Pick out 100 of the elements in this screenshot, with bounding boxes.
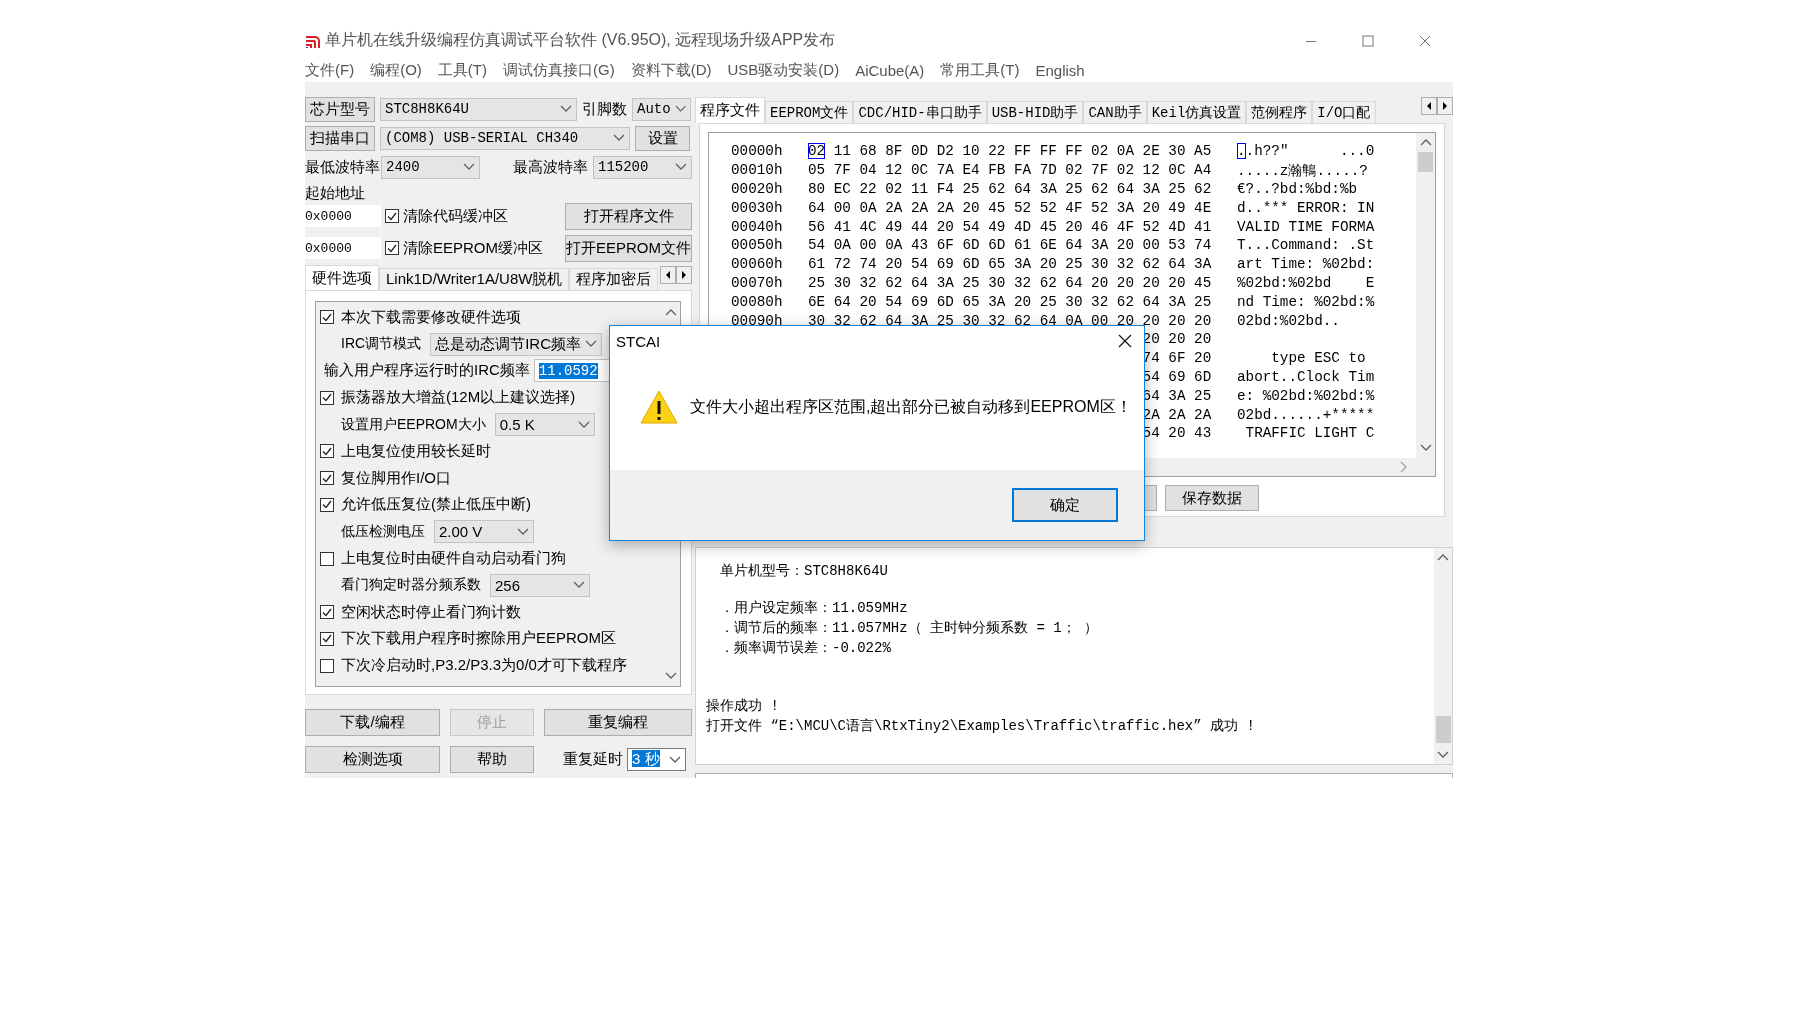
field-label: 输入用户程序运行时的IRC频率 <box>324 361 530 381</box>
hex-ascii: .h??" ...0 <box>1245 143 1375 160</box>
menu-item[interactable]: AiCube(A) <box>855 61 925 79</box>
menu-item[interactable]: USB驱动安装(D) <box>727 60 840 80</box>
window-title: 单片机在线升级编程仿真调试平台软件 (V6.95O), 远程现场升级APP发布 <box>325 30 837 50</box>
menu-item[interactable]: 常用工具(T) <box>940 60 1020 80</box>
hex-ascii: type ESC to <box>1270 350 1366 367</box>
hex-address: 00050h <box>731 237 784 254</box>
dialog-title: STCAI <box>616 332 662 350</box>
tab[interactable]: 程序加密后 <box>569 268 659 290</box>
checkbox-label: 空闲状态时停止看门狗计数 <box>341 602 521 622</box>
checkbox-label: 清除代码缓冲区 <box>403 206 508 226</box>
hex-address: 00060h <box>731 256 784 273</box>
hex-bytes: 11 68 8F 0D D2 10 22 FF FF FF 02 0A 2E 30 A5 <box>832 143 1212 160</box>
hex-ascii: 02bd:%02bd.. <box>1236 312 1340 329</box>
hex-bytes: 30 32 62 64 3A 25 30 32 62 64 0A 00 20 20 20 20 <box>808 312 1212 329</box>
hex-bytes: 56 41 4C 49 44 20 54 49 4D 45 20 46 4F 52 4D 41 <box>808 218 1212 235</box>
menu-item[interactable]: 资料下载(D) <box>630 60 712 80</box>
address-field[interactable]: 0x0000 <box>305 205 381 227</box>
checkbox-label: 下次冷启动时,P3.2/P3.3为0/0才可下载程序 <box>341 656 627 676</box>
hex-bytes: 80 EC 22 02 11 F4 25 62 64 3A 25 62 64 3A 25 62 <box>808 181 1212 197</box>
hex-ascii: nd Time: %02bd:% <box>1236 293 1375 310</box>
field-label: 看门狗定时器分频系数 <box>341 576 481 595</box>
log-line: 单片机型号：STC8H8K64U <box>719 562 889 581</box>
field-label: 最高波特率 <box>513 157 588 177</box>
tab[interactable]: 程序文件 <box>695 97 765 123</box>
ok-button[interactable]: 确定 <box>1012 488 1118 522</box>
dropdown[interactable]: 3 秒 <box>627 748 686 771</box>
hex-bytes: 6E 64 20 54 69 6D 65 3A 20 25 30 32 62 64 3A 25 <box>808 293 1212 310</box>
hex-address: 00030h <box>731 199 784 216</box>
hex-bytes: 61 72 74 20 54 69 6D 65 3A 20 25 30 32 62 64 3A <box>808 256 1212 273</box>
menu-item[interactable]: 调试仿真接口(G) <box>503 60 615 80</box>
checkbox-label: 上电复位时由硬件自动启动看门狗 <box>341 549 566 569</box>
hex-bytes: 64 00 0A 2A 2A 2A 20 45 52 52 4F 52 3A 20 49 4E <box>808 199 1212 216</box>
checkbox-label: 上电复位使用较长延时 <box>341 441 491 461</box>
log-line: ．频率调节误差：-0.022% <box>719 639 892 658</box>
menu-item[interactable]: 编程(O) <box>370 60 422 80</box>
hex-ascii: VALID TIME FORMA <box>1236 218 1375 235</box>
field-label: IRC调节模式 <box>341 335 422 354</box>
hex-ascii: TRAFFIC LIGHT C <box>1244 425 1375 442</box>
tab[interactable]: 硬件选项 <box>305 265 379 290</box>
hex-bytes: 05 7F 04 12 0C 7A E4 FB FA 7D 02 7F 02 12 0C A4 <box>808 162 1212 179</box>
button[interactable]: 设置 <box>635 125 690 151</box>
field-label: 重复延时 <box>563 750 623 769</box>
menu-item[interactable]: 工具(T) <box>437 60 487 80</box>
dropdown[interactable]: 总是动态调节IRC频率 <box>430 332 602 356</box>
field-label: 低压检测电压 <box>341 522 425 541</box>
hex-ascii: T...Command: .St <box>1236 237 1375 254</box>
dropdown[interactable]: 256 <box>490 573 590 597</box>
dropdown[interactable]: Auto <box>632 97 691 121</box>
checkbox-label: 本次下载需要修改硬件选项 <box>341 307 521 327</box>
hex-bytes: 74 6F 20 <box>1142 350 1212 367</box>
dropdown[interactable]: 2.00 V <box>434 520 534 544</box>
hex-address: 00020h <box>731 181 784 197</box>
hex-ascii: abort..Clock Tim <box>1236 368 1375 385</box>
checkbox-label: 允许低压复位(禁止低压中断) <box>341 495 531 515</box>
dialog-message: 文件大小超出程序区范围,超出部分已被自动移到EEPROM区！ <box>690 396 1132 417</box>
button[interactable]: 下载/编程 <box>305 709 440 736</box>
hex-bytes: 25 30 32 62 64 3A 25 30 32 62 64 20 20 20 20 45 <box>808 274 1212 291</box>
hex-address: 00090h <box>731 312 784 329</box>
dropdown[interactable]: 115200 <box>593 155 692 179</box>
button[interactable]: 打开程序文件 <box>565 202 692 230</box>
checkbox-label: 复位脚用作I/O口 <box>341 468 451 488</box>
hex-bytes: 54 0A 00 0A 43 6F 6D 6D 61 6E 64 3A 20 00 53 74 <box>808 237 1212 254</box>
dropdown[interactable]: 0.5 K <box>494 413 595 437</box>
log-line: 操作成功 ! <box>706 697 780 716</box>
hex-ascii: %02bd:%02bd E <box>1236 274 1375 291</box>
hex-address: 00000h <box>731 143 784 160</box>
menu-item[interactable]: 文件(F) <box>305 60 355 80</box>
log-line: 打开文件 “E:\MCU\C语言\RtxTiny2\Examples\Traffic\traffic.hex” 成功 ! <box>706 717 1256 736</box>
hex-address: 00070h <box>731 274 784 291</box>
hex-ascii: €?..?bd:%bd:%b <box>1236 181 1358 197</box>
checkbox-label: 振荡器放大增益(12M以上建议选择) <box>341 388 576 408</box>
button[interactable]: 保存数据 <box>1165 485 1259 511</box>
hex-ascii: art Time: %02bd: <box>1236 256 1375 273</box>
hex-ascii: 02bd......+***** <box>1236 406 1375 423</box>
address-field[interactable]: 0x0000 <box>305 237 381 259</box>
dropdown[interactable]: 2400 <box>381 155 480 179</box>
hex-ascii: d..*** ERROR: IN <box>1236 199 1375 216</box>
button[interactable]: 检测选项 <box>305 746 440 773</box>
hex-address: 00040h <box>731 218 784 235</box>
button[interactable]: 芯片型号 <box>305 96 375 122</box>
cursor-byte: 02 <box>807 143 826 160</box>
dropdown[interactable]: (COM8) USB-SERIAL CH340 <box>380 126 630 150</box>
tab[interactable]: Link1D/Writer1A/U8W脱机 <box>379 268 570 290</box>
log-line: ．调节后的频率：11.057MHz（ 主时钟分频系数 = 1； ） <box>719 619 1100 638</box>
button[interactable]: 扫描串口 <box>305 125 375 151</box>
field-label: 起始地址 <box>305 184 366 202</box>
field-label: 引脚数 <box>582 99 627 119</box>
button[interactable]: 重复编程 <box>544 709 692 736</box>
button[interactable]: 打开EEPROM文件 <box>565 234 692 262</box>
checkbox-label: 下次下载用户程序时擦除用户EEPROM区 <box>341 629 616 649</box>
menu-item[interactable]: English <box>1035 61 1085 79</box>
checkbox-label: 清除EEPROM缓冲区 <box>403 238 543 258</box>
field-label: 设置用户EEPROM大小 <box>341 415 486 434</box>
hex-ascii: e: %02bd:%02bd:% <box>1236 387 1375 404</box>
button[interactable]: 帮助 <box>450 746 534 773</box>
hex-address: 00080h <box>731 293 784 310</box>
hex-ascii: .....z瀚鶽.....? <box>1236 162 1368 179</box>
dropdown[interactable]: STC8H8K64U <box>380 97 577 121</box>
